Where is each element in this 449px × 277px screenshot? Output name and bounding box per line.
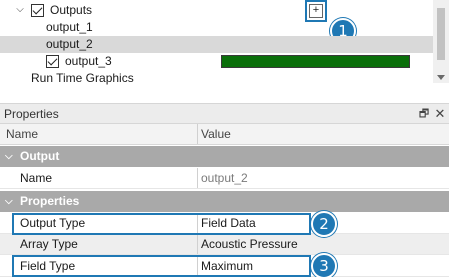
outputs-checkbox[interactable]	[31, 4, 44, 17]
property-name: Name	[20, 171, 53, 185]
properties-title: Properties	[4, 107, 59, 121]
property-name: Array Type	[20, 237, 78, 251]
column-header-value[interactable]: Value	[201, 124, 231, 145]
output-3-checkbox[interactable]	[46, 55, 59, 68]
properties-panel-header: Properties 🗗 ✕	[0, 103, 449, 124]
column-divider[interactable]	[197, 124, 198, 144]
tree-label-output-2: output_2	[46, 37, 93, 51]
section-properties[interactable]: ⌵ Properties	[0, 191, 449, 212]
callout-2: 2	[311, 211, 337, 237]
close-icon[interactable]: ✕	[433, 107, 447, 121]
chevron-down-icon[interactable]: ⌵	[5, 191, 13, 212]
section-title-properties: Properties	[20, 194, 80, 208]
tree-node-outputs[interactable]: ⌵ Outputs	[0, 2, 300, 19]
property-row-name[interactable]: Name output_2	[0, 168, 449, 189]
property-value[interactable]: Acoustic Pressure	[201, 234, 298, 255]
property-row-array-type[interactable]: Array Type Acoustic Pressure	[0, 234, 449, 255]
grid-header-row: Name Value	[0, 124, 449, 145]
tree-scrollbar-thumb[interactable]	[437, 8, 445, 60]
section-title-output: Output	[20, 149, 60, 163]
tree-node-run-time-graphics[interactable]: Run Time Graphics	[0, 70, 300, 87]
outputs-tree-panel: ⌵ Outputs + 1 output_1 output_2 output_3…	[0, 0, 449, 99]
tree-label-run-time-graphics: Run Time Graphics	[31, 71, 134, 85]
section-output[interactable]: ⌵ Output	[0, 146, 449, 167]
chevron-down-icon[interactable]: ⌵	[5, 146, 13, 167]
column-divider	[197, 234, 198, 254]
property-value: output_2	[201, 171, 248, 185]
output-3-progress-bar	[221, 55, 410, 68]
tree-label-output-1: output_1	[46, 20, 93, 34]
add-output-button[interactable]: +	[309, 4, 323, 18]
output-type-highlight	[12, 213, 311, 235]
output-3-progress-fill	[222, 56, 409, 67]
tree-label-output-3: output_3	[65, 54, 112, 68]
column-header-name[interactable]: Name	[6, 124, 38, 145]
tree-scrollbar[interactable]	[433, 0, 449, 83]
column-divider	[197, 168, 198, 188]
field-type-highlight	[12, 255, 311, 277]
chevron-down-icon[interactable]: ⌵	[14, 4, 26, 16]
tree-label-outputs: Outputs	[50, 3, 93, 17]
scroll-down-arrow-icon[interactable]	[437, 75, 445, 80]
tree-node-output-2[interactable]: output_2	[0, 36, 433, 53]
pin-icon[interactable]: 🗗	[417, 107, 431, 121]
callout-3: 3	[311, 253, 337, 277]
tree-node-output-1[interactable]: output_1	[0, 19, 300, 36]
